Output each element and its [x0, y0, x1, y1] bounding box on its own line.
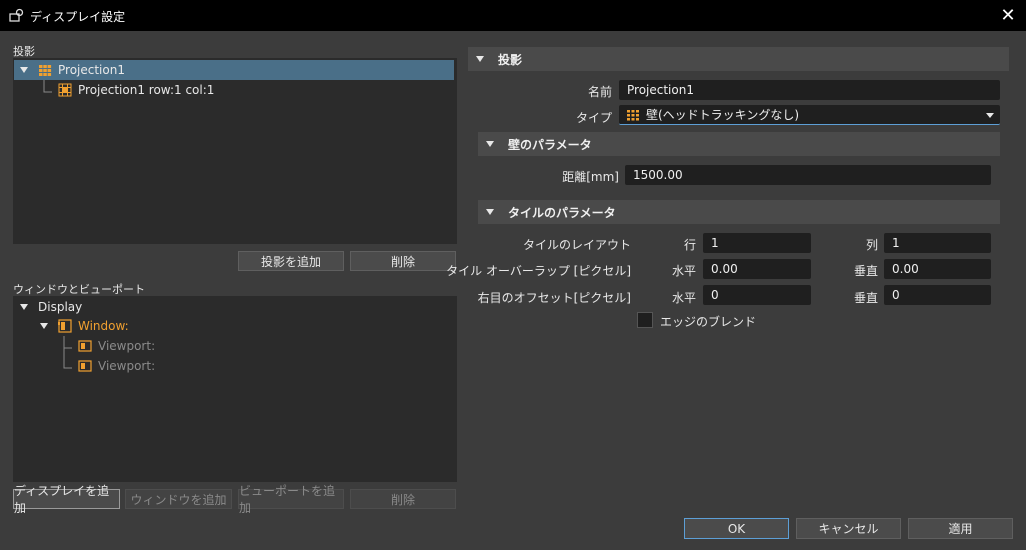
ok-button[interactable]: OK [684, 518, 789, 539]
distance-input[interactable]: 1500.00 [625, 165, 991, 185]
tree-connector-icon [63, 356, 72, 369]
row-input[interactable]: 1 [703, 233, 811, 253]
name-label: 名前 [587, 85, 612, 99]
tree-connector-icon [63, 336, 72, 356]
overlap-label: タイル オーバーラップ [ピクセル] [446, 264, 631, 278]
tile-layout-label: タイルのレイアウト [522, 238, 631, 252]
group-header-label: 投影 [498, 52, 523, 67]
expand-caret-icon[interactable] [20, 302, 30, 312]
projection-tree[interactable]: Projection1 Projection1 row:1 col:1 [13, 58, 457, 244]
offset-vertical-value: 0 [892, 288, 900, 302]
group-header-label: 壁のパラメータ [508, 137, 592, 152]
edge-blend-label: エッジのブレンド [660, 315, 757, 329]
title-bar: ディスプレイ設定 ✕ [0, 0, 1026, 31]
col-value: 1 [892, 236, 900, 250]
offset-horizontal-label: 水平 [671, 291, 696, 305]
wall-params-header[interactable]: 壁のパラメータ [478, 132, 1000, 156]
delete-projection-button[interactable]: 削除 [350, 251, 456, 271]
delete-window-button[interactable]: 削除 [350, 489, 456, 509]
tile-grid-icon [58, 83, 72, 97]
collapse-caret-icon [476, 54, 486, 64]
offset-horizontal-input[interactable]: 0 [703, 285, 811, 305]
distance-label: 距離[mm] [562, 170, 619, 184]
offset-horizontal-value: 0 [711, 288, 719, 302]
tree-item-label: Display [38, 300, 83, 314]
type-value: 壁(ヘッドトラッキングなし) [646, 108, 800, 122]
tree-item-label: Projection1 [58, 63, 125, 77]
viewport-icon [78, 340, 92, 352]
overlap-vertical-value: 0.00 [892, 262, 919, 276]
type-select[interactable]: 壁(ヘッドトラッキングなし) [619, 105, 1000, 125]
overlap-horizontal-label: 水平 [671, 264, 696, 278]
tile-params-header[interactable]: タイルのパラメータ [478, 200, 1000, 224]
tree-connector-icon [43, 80, 52, 93]
tree-item-window[interactable]: Window: [14, 316, 129, 336]
col-input[interactable]: 1 [884, 233, 991, 253]
window-title: ディスプレイ設定 [30, 10, 126, 24]
offset-vertical-label: 垂直 [853, 291, 878, 305]
tree-item-label: Viewport: [98, 339, 156, 353]
close-button[interactable]: ✕ [998, 6, 1018, 26]
viewport-icon [78, 360, 92, 372]
offset-label: 右目のオフセット[ピクセル] [477, 291, 631, 305]
projection-props-header[interactable]: 投影 [468, 47, 1009, 71]
tree-item-label: Viewport: [98, 359, 156, 373]
window-viewport-section-label: ウィンドウとビューポート [13, 283, 145, 296]
cancel-button[interactable]: キャンセル [796, 518, 901, 539]
window-viewport-tree[interactable]: Display Window: Viewport: Viewport: [13, 296, 457, 482]
add-viewport-button[interactable]: ビューポートを追加 [238, 484, 344, 515]
offset-vertical-input[interactable]: 0 [884, 285, 991, 305]
add-projection-button[interactable]: 投影を追加 [238, 251, 344, 271]
name-input[interactable]: Projection1 [619, 80, 1000, 100]
name-value: Projection1 [627, 83, 694, 97]
tree-item-viewport[interactable]: Viewport: [14, 356, 155, 376]
tree-item-projection-tile[interactable]: Projection1 row:1 col:1 [14, 80, 214, 100]
add-display-button[interactable]: ディスプレイを追加 [13, 484, 120, 515]
row-label: 行 [683, 238, 696, 252]
expand-caret-icon[interactable] [40, 321, 50, 331]
group-header-label: タイルのパラメータ [508, 205, 616, 220]
apply-button[interactable]: 適用 [908, 518, 1013, 539]
edge-blend-checkbox[interactable] [637, 312, 653, 328]
overlap-horizontal-input[interactable]: 0.00 [703, 259, 811, 279]
type-label: タイプ [575, 111, 612, 125]
tree-item-viewport[interactable]: Viewport: [14, 336, 155, 356]
tree-item-label: Window: [78, 319, 129, 333]
projection-grid-icon [39, 65, 52, 76]
wall-grid-icon [627, 109, 639, 120]
overlap-vertical-label: 垂直 [853, 264, 878, 278]
tree-item-display[interactable]: Display [14, 297, 82, 317]
expand-caret-icon[interactable] [20, 65, 30, 75]
col-label: 列 [865, 238, 878, 252]
add-window-button[interactable]: ウィンドウを追加 [125, 489, 232, 509]
projection-section-label: 投影 [13, 45, 35, 58]
distance-value: 1500.00 [633, 168, 683, 182]
tree-item-projection[interactable]: Projection1 [14, 60, 454, 80]
overlap-horizontal-value: 0.00 [711, 262, 738, 276]
collapse-caret-icon [486, 139, 496, 149]
dropdown-arrow-icon [986, 113, 994, 118]
overlap-vertical-input[interactable]: 0.00 [884, 259, 991, 279]
collapse-caret-icon [486, 207, 496, 217]
close-icon: ✕ [1000, 5, 1016, 26]
display-settings-icon [9, 8, 24, 22]
window-icon [58, 319, 72, 333]
row-value: 1 [711, 236, 719, 250]
tree-item-label: Projection1 row:1 col:1 [78, 83, 215, 97]
